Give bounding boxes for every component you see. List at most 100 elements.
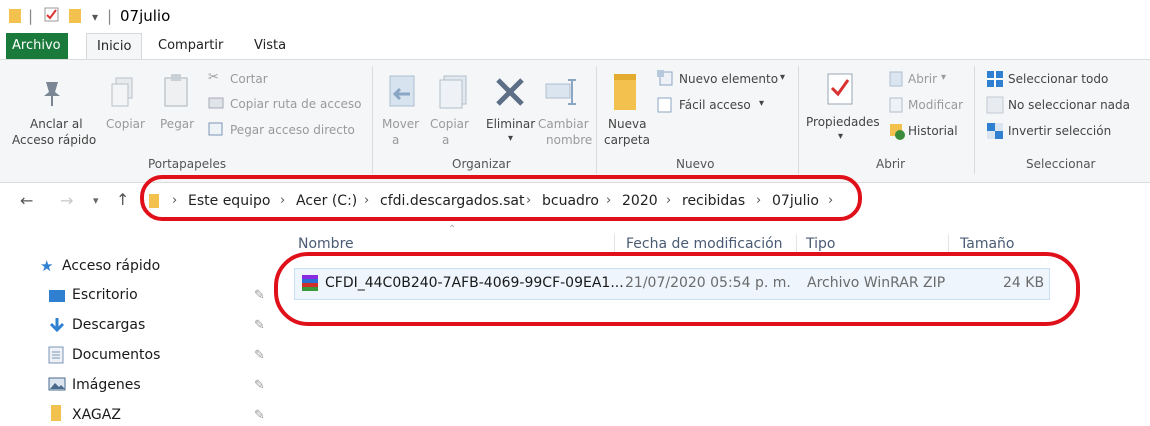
tab-vista[interactable]: Vista	[244, 33, 296, 59]
quick-access-toolbar-dropdown[interactable]: ▾	[92, 10, 98, 24]
folder-icon	[9, 9, 21, 23]
select-all-button[interactable]: Seleccionar todo	[1008, 72, 1108, 86]
download-arrow-icon	[49, 318, 65, 333]
title-separator: |	[28, 7, 34, 25]
properties-quick-icon[interactable]	[44, 7, 60, 23]
pin-icon: ✎	[254, 318, 265, 333]
select-all-icon	[987, 71, 1003, 87]
folder-icon	[51, 405, 61, 421]
sidebar-item-imagenes[interactable]: Imágenes	[72, 377, 141, 393]
title-separator-2: |	[107, 7, 113, 25]
pin-icon	[44, 82, 60, 106]
open-icon	[889, 71, 903, 87]
ribbon-divider	[596, 66, 597, 174]
annotation-oval-address	[140, 175, 862, 221]
move-to-dropdown[interactable]: a	[392, 133, 399, 147]
easy-access-button[interactable]: Fácil acceso	[679, 98, 751, 112]
column-header-size[interactable]: Tamaño	[960, 236, 1014, 252]
sidebar-item-descargas[interactable]: Descargas	[72, 317, 145, 333]
edit-icon	[889, 97, 903, 113]
cut-button[interactable]: Cortar	[230, 72, 268, 86]
paste-shortcut-button[interactable]: Pegar acceso directo	[230, 123, 355, 137]
group-label-organizar: Organizar	[452, 157, 511, 171]
column-header-type[interactable]: Tipo	[806, 236, 835, 252]
group-label-portapapeles: Portapapeles	[148, 157, 227, 171]
pictures-icon	[48, 377, 66, 391]
group-label-abrir: Abrir	[876, 157, 906, 171]
new-item-icon	[657, 70, 673, 86]
star-icon: ★	[40, 257, 54, 275]
column-divider[interactable]	[948, 234, 949, 254]
copy-path-icon	[208, 97, 224, 109]
anclar-label-1[interactable]: Anclar al	[30, 117, 83, 131]
column-header-name[interactable]: Nombre	[298, 236, 354, 252]
forward-arrow-icon[interactable]: →	[60, 191, 73, 210]
rename-icon	[545, 79, 576, 105]
open-button[interactable]: Abrir	[908, 72, 937, 86]
tab-compartir[interactable]: Compartir	[148, 33, 233, 59]
up-arrow-icon[interactable]: ↑	[116, 190, 129, 209]
select-none-icon	[986, 96, 1004, 114]
paste-shortcut-icon	[208, 122, 223, 136]
select-none-button[interactable]: No seleccionar nada	[1008, 98, 1130, 112]
documents-icon	[48, 346, 64, 364]
column-divider[interactable]	[796, 234, 797, 254]
annotation-oval-file	[274, 252, 1080, 326]
ribbon-divider	[974, 66, 975, 174]
tab-archivo[interactable]: Archivo	[6, 33, 68, 59]
tab-inicio[interactable]: Inicio	[86, 33, 143, 60]
recent-locations-chevron-down-icon[interactable]: ▾	[93, 194, 99, 207]
new-folder-button-line2[interactable]: carpeta	[604, 133, 650, 147]
new-folder-quick-icon[interactable]	[68, 8, 82, 24]
rename-button-line2[interactable]: nombre	[546, 133, 592, 147]
back-arrow-icon[interactable]: ←	[20, 191, 33, 210]
move-to-icon	[389, 75, 415, 107]
sidebar-item-quick-access[interactable]: Acceso rápido	[62, 258, 160, 274]
properties-button[interactable]: Propiedades	[806, 115, 880, 129]
ribbon: Anclar al Acceso rápido Copiar Pegar ✂ C…	[0, 59, 1150, 183]
history-icon	[890, 124, 905, 140]
pin-icon: ✎	[254, 288, 265, 303]
column-header-date[interactable]: Fecha de modificación	[626, 236, 783, 252]
title-bar: | ▾ | 07julio	[0, 0, 1150, 32]
group-label-nuevo: Nuevo	[676, 157, 715, 171]
sidebar-item-documentos[interactable]: Documentos	[72, 347, 160, 363]
properties-dropdown-arrow[interactable]: ▾	[838, 131, 843, 142]
window-title: 07julio	[120, 7, 171, 25]
delete-dropdown-arrow[interactable]: ▾	[508, 133, 513, 144]
open-dropdown-arrow[interactable]: ▾	[941, 72, 946, 83]
copy-button[interactable]: Copiar	[106, 117, 145, 131]
copy-to-icon	[439, 75, 467, 109]
pin-icon: ✎	[254, 408, 265, 423]
copy-icon	[111, 77, 133, 107]
invert-selection-icon	[987, 123, 1003, 139]
sidebar-item-escritorio[interactable]: Escritorio	[72, 287, 138, 303]
properties-icon	[827, 73, 853, 105]
copy-path-button[interactable]: Copiar ruta de acceso	[230, 97, 362, 111]
anclar-label-2[interactable]: Acceso rápido	[12, 133, 96, 147]
move-to-button[interactable]: Mover	[382, 117, 419, 131]
easy-access-dropdown-arrow[interactable]: ▾	[759, 98, 764, 109]
column-divider[interactable]	[614, 234, 615, 254]
new-item-dropdown-arrow[interactable]: ▾	[780, 72, 785, 83]
rename-button[interactable]: Cambiar	[538, 117, 589, 131]
invert-selection-button[interactable]: Invertir selección	[1008, 124, 1111, 138]
edit-button[interactable]: Modificar	[908, 98, 963, 112]
scissors-icon: ✂	[208, 70, 219, 85]
ribbon-divider	[372, 66, 373, 174]
group-label-seleccionar: Seleccionar	[1026, 157, 1096, 171]
pin-icon: ✎	[254, 348, 265, 363]
paste-icon	[164, 74, 188, 107]
ribbon-tabs: Archivo Inicio Compartir Vista	[0, 33, 1150, 60]
new-folder-button[interactable]: Nueva	[608, 117, 646, 131]
ribbon-divider	[798, 66, 799, 174]
paste-button[interactable]: Pegar	[160, 117, 194, 131]
copy-to-dropdown[interactable]: a	[442, 133, 449, 147]
new-item-button[interactable]: Nuevo elemento	[679, 72, 778, 86]
delete-x-icon	[496, 78, 524, 106]
sidebar-item-xagaz[interactable]: XAGAZ	[72, 407, 121, 423]
delete-button[interactable]: Eliminar	[486, 117, 535, 131]
copy-to-button[interactable]: Copiar	[430, 117, 469, 131]
history-button[interactable]: Historial	[908, 124, 958, 138]
new-folder-icon	[614, 74, 636, 110]
